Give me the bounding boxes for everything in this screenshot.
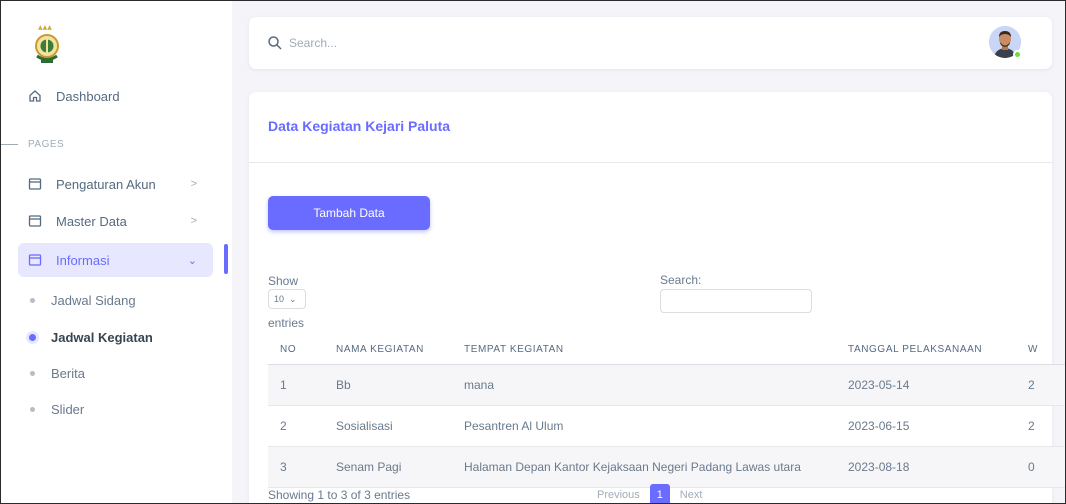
subitem-label: Slider [51, 401, 85, 417]
window-icon [28, 177, 42, 191]
section-header-pages: PAGES [0, 136, 232, 152]
cell-no: 1 [268, 364, 324, 406]
sidebar-item-label: Dashboard [56, 88, 120, 104]
table-row: 1 Bb mana 2023-05-14 2 [268, 364, 1066, 406]
col-header-no[interactable]: NO [268, 336, 324, 365]
table-header-row: NO NAMA KEGIATAN TEMPAT KEGIATAN TANGGAL… [268, 336, 1066, 365]
sidebar-item-dashboard[interactable]: Dashboard [18, 79, 213, 113]
chevron-down-icon: ⌄ [289, 293, 297, 304]
subitem-label: Jadwal Kegiatan [51, 329, 153, 345]
cell-tanggal: 2023-05-14 [836, 364, 1016, 406]
active-menu-indicator [224, 244, 228, 274]
chevron-right-icon: > [190, 215, 197, 227]
cell-w: 2 [1016, 364, 1066, 406]
table-search-label: Search: [660, 273, 702, 287]
col-header-tanggal-pelaksanaan[interactable]: TANGGAL PELAKSANAAN [836, 336, 1016, 365]
subitem-label: Berita [51, 365, 85, 381]
svg-text:▲▲▲: ▲▲▲ [38, 24, 52, 31]
pagination-next[interactable]: Next [676, 485, 707, 504]
cell-no: 2 [268, 405, 324, 447]
sidebar-subitem-jadwal-sidang[interactable]: Jadwal Sidang [30, 288, 210, 312]
search-icon[interactable] [267, 35, 283, 51]
sidebar-item-label: Pengaturan Akun [56, 176, 156, 192]
table-info: Showing 1 to 3 of 3 entries [268, 488, 411, 502]
table-row: 3 Senam Pagi Halaman Depan Kantor Kejaks… [268, 446, 1066, 488]
table-row: 2 Sosialisasi Pesantren Al Ulum 2023-06-… [268, 405, 1066, 447]
cell-tempat: Halaman Depan Kantor Kejaksaan Negeri Pa… [452, 446, 836, 488]
table-search-input[interactable] [660, 289, 812, 313]
cell-no: 3 [268, 446, 324, 488]
page-length-value: 10 [274, 294, 285, 304]
kegiatan-table: NO NAMA KEGIATAN TEMPAT KEGIATAN TANGGAL… [268, 336, 1066, 488]
sidebar-subitem-jadwal-kegiatan[interactable]: Jadwal Kegiatan [29, 325, 210, 349]
tambah-data-button[interactable]: Tambah Data [268, 196, 430, 230]
card-divider [249, 162, 1052, 163]
cell-tanggal: 2023-08-18 [836, 446, 1016, 488]
chevron-down-icon: ⌄ [187, 254, 197, 267]
col-header-w[interactable]: W [1016, 336, 1066, 365]
home-icon [28, 89, 42, 103]
subitem-label: Jadwal Sidang [51, 292, 136, 308]
sidebar-item-label: Master Data [56, 213, 127, 229]
top-navbar [249, 17, 1052, 69]
cell-tempat: mana [452, 364, 836, 406]
card-title: Data Kegiatan Kejari Paluta [268, 118, 451, 134]
section-label: PAGES [28, 138, 65, 150]
bullet-icon [30, 406, 35, 412]
show-label: Show [268, 274, 299, 288]
sidebar-subitem-berita[interactable]: Berita [30, 361, 210, 385]
bullet-icon [29, 333, 36, 341]
pagination-previous[interactable]: Previous [593, 485, 644, 504]
window-icon [28, 214, 42, 228]
chevron-right-icon: > [190, 178, 197, 190]
window-icon [28, 253, 42, 267]
bullet-icon [30, 370, 35, 376]
cell-nama: Sosialisasi [324, 405, 452, 447]
sidebar-subitem-slider[interactable]: Slider [30, 397, 210, 421]
col-header-tempat-kegiatan[interactable]: TEMPAT KEGIATAN [452, 336, 836, 365]
cell-nama: Bb [324, 364, 452, 406]
sidebar-item-label: Informasi [56, 252, 110, 268]
kejaksaan-emblem-icon[interactable]: ▲▲▲ [30, 22, 64, 66]
data-card: Data Kegiatan Kejari Paluta Tambah Data … [249, 92, 1066, 504]
cell-w: 2 [1016, 405, 1066, 447]
cell-tempat: Pesantren Al Ulum [452, 405, 836, 447]
cell-tanggal: 2023-06-15 [836, 405, 1016, 447]
sidebar: ▲▲▲ Dashboard PAGES Pengaturan Akun > Ma… [0, 0, 232, 504]
entries-label: entries [268, 316, 305, 330]
col-header-nama-kegiatan[interactable]: NAMA KEGIATAN [324, 336, 452, 365]
cell-nama: Senam Pagi [324, 446, 452, 488]
online-status-indicator [1013, 50, 1022, 59]
sidebar-item-pengaturan-akun[interactable]: Pengaturan Akun > [18, 167, 213, 201]
sidebar-item-master-data[interactable]: Master Data > [18, 204, 213, 238]
page-length-select[interactable]: 10 ⌄ [268, 289, 306, 309]
sidebar-item-informasi[interactable]: Informasi ⌄ [18, 243, 213, 277]
search-input[interactable] [289, 31, 589, 55]
pagination: Previous 1 Next [593, 484, 706, 504]
cell-w: 0 [1016, 446, 1066, 488]
section-dash [0, 143, 18, 145]
pagination-page-1[interactable]: 1 [649, 484, 670, 504]
bullet-icon [30, 297, 35, 303]
